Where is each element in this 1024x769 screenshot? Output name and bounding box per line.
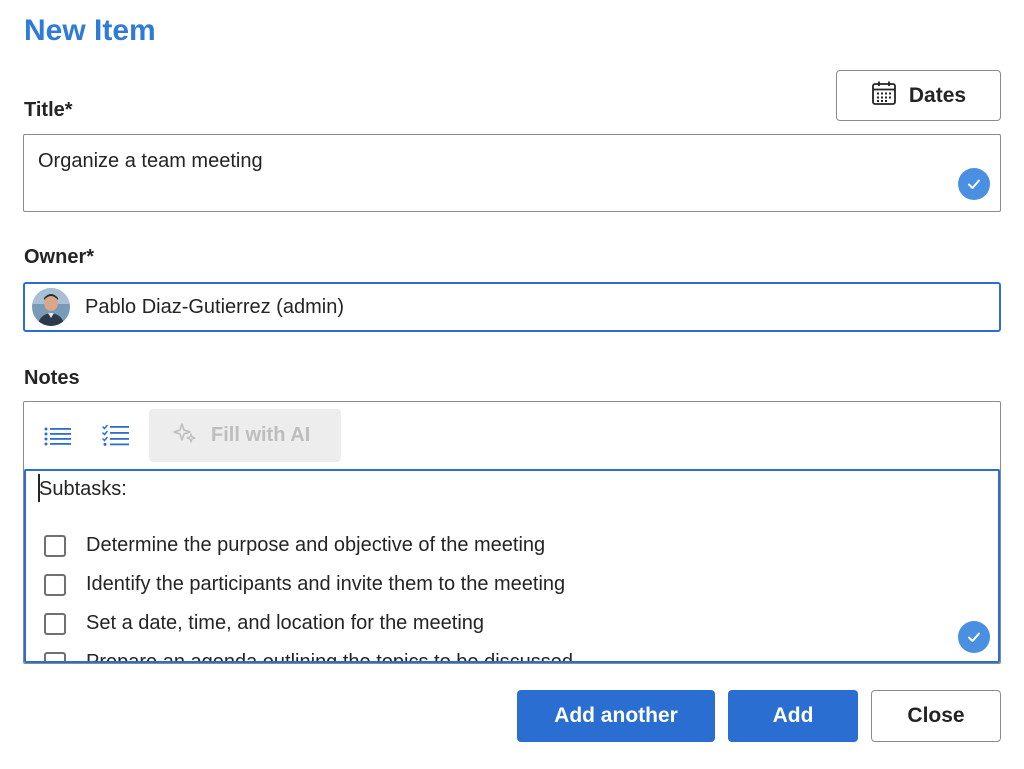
title-input[interactable]: Organize a team meeting: [23, 134, 1001, 212]
notes-container: Fill with AI Subtasks: Determine the pur…: [23, 401, 1001, 664]
close-button[interactable]: Close: [871, 690, 1001, 742]
owner-label: Owner*: [24, 246, 95, 268]
subtask-text: Identify the participants and invite the…: [86, 573, 566, 595]
subtask-checkbox[interactable]: [44, 651, 66, 661]
fill-with-ai-button[interactable]: Fill with AI: [149, 409, 341, 462]
user-avatar: [32, 288, 70, 326]
calendar-icon: [871, 80, 897, 111]
checkmark-circle-icon: [958, 621, 990, 653]
subtask-text: Set a date, time, and location for the m…: [86, 612, 485, 634]
sparkle-icon: [173, 421, 197, 450]
list-item: Identify the participants and invite the…: [44, 565, 573, 604]
subtask-checkbox[interactable]: [44, 573, 66, 596]
dates-button[interactable]: Dates: [836, 70, 1001, 121]
subtask-checkbox[interactable]: [44, 534, 66, 557]
checklist-icon[interactable]: [102, 424, 130, 451]
list-item: Prepare an agenda outlining the topics t…: [44, 643, 574, 663]
owner-input[interactable]: Pablo Diaz-Gutierrez (admin): [23, 282, 1001, 332]
list-item: Determine the purpose and objective of t…: [44, 526, 573, 565]
subtasks-heading: Subtasks:: [39, 478, 127, 500]
fill-with-ai-label: Fill with AI: [211, 424, 311, 446]
subtask-checkbox[interactable]: [44, 612, 66, 635]
list-item: Set a date, time, and location for the m…: [44, 604, 573, 643]
checkmark-circle-icon: [958, 168, 990, 200]
subtask-text: Prepare an agenda outlining the topics t…: [86, 651, 574, 663]
title-input-value: Organize a team meeting: [38, 150, 263, 172]
add-button[interactable]: Add: [728, 690, 858, 742]
dialog-title: New Item: [24, 14, 156, 47]
subtask-text: Determine the purpose and objective of t…: [86, 534, 546, 556]
bullet-list-icon[interactable]: [44, 426, 72, 451]
title-label: Title*: [24, 99, 73, 121]
dates-button-label: Dates: [908, 83, 967, 107]
add-another-button[interactable]: Add another: [517, 690, 715, 742]
subtask-list: Determine the purpose and objective of t…: [44, 526, 574, 663]
new-item-dialog: New Item Dates Title* Organize a team me…: [0, 0, 1024, 769]
notes-label: Notes: [24, 367, 80, 389]
notes-toolbar: Fill with AI: [24, 402, 1000, 469]
notes-editor[interactable]: Subtasks: Determine the purpose and obje…: [24, 469, 1000, 663]
owner-input-value: Pablo Diaz-Gutierrez (admin): [85, 295, 344, 318]
